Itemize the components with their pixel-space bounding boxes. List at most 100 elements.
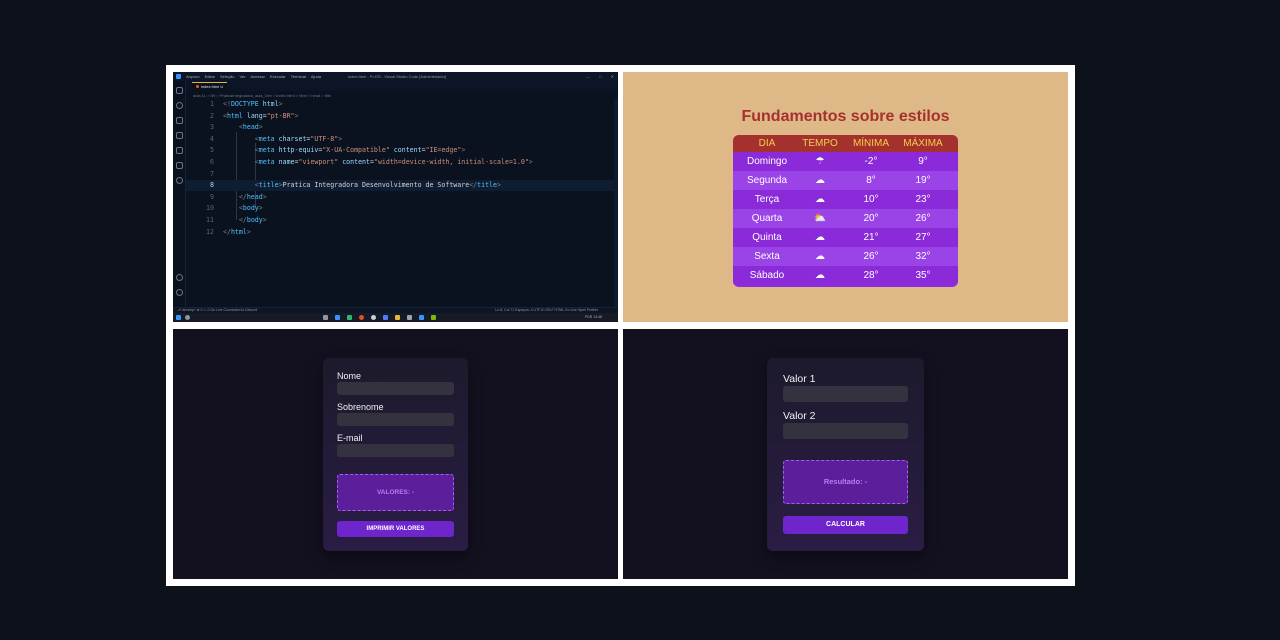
- code-token: lang: [246, 111, 263, 120]
- taskbar-app-icon[interactable]: [323, 315, 328, 320]
- taskbar-search-icon[interactable]: [185, 315, 190, 320]
- minimize-icon[interactable]: —: [586, 74, 590, 79]
- tab-index-html[interactable]: index.html U: [192, 82, 228, 91]
- calculate-button[interactable]: CALCULAR: [783, 516, 908, 534]
- table-row: Quarta ⛅ 20° 26°: [733, 209, 958, 228]
- menu-item-ver[interactable]: Ver: [239, 74, 245, 79]
- maximize-icon[interactable]: □: [599, 74, 601, 79]
- weather-table: DIA TEMPO MÍNIMA MÁXIMA Domingo ☂ -2° 9°…: [733, 135, 958, 287]
- code-token: </: [223, 227, 231, 236]
- line-number: 9: [210, 192, 214, 201]
- windows-start-icon[interactable]: [176, 315, 181, 320]
- menu-item-ajuda[interactable]: Ajuda: [311, 74, 321, 79]
- taskbar-app-icon[interactable]: [407, 315, 412, 320]
- cell-max: 32°: [915, 251, 931, 262]
- settings-gear-icon[interactable]: [176, 289, 183, 296]
- menu-item-selecao[interactable]: Seleção: [220, 74, 234, 79]
- editor-tab-bar: index.html U: [186, 81, 618, 91]
- line-number: 2: [210, 111, 214, 120]
- live-share-icon[interactable]: [176, 177, 183, 184]
- taskbar-app-icon[interactable]: [395, 315, 400, 320]
- code-line[interactable]: 1 <!DOCTYPE html>: [186, 99, 618, 110]
- code-line[interactable]: 5 <meta http-equiv="X-UA-Compatible" con…: [186, 145, 618, 156]
- code-line[interactable]: 2 <html lang="pt-BR">: [186, 111, 618, 122]
- run-debug-icon[interactable]: [176, 132, 183, 139]
- code-token: "width=device-width, initial-scale=1.0": [373, 158, 529, 166]
- menu-item-executar[interactable]: Executar: [270, 74, 286, 79]
- code-token: "IE=edge": [425, 146, 462, 155]
- line-number: 10: [206, 204, 214, 213]
- code-token: "viewport": [298, 158, 339, 166]
- account-icon[interactable]: [176, 274, 183, 281]
- code-line[interactable]: 12 </html>: [186, 227, 618, 238]
- nome-input[interactable]: [337, 382, 454, 395]
- menu-item-terminal[interactable]: Terminal: [291, 74, 306, 79]
- table-row: Segunda ☁ 8° 19°: [733, 171, 958, 190]
- form-card: Nome Sobrenome E-mail VALORES: - IMPRIMI…: [323, 358, 468, 551]
- code-token: >: [528, 158, 533, 166]
- table-row: Sexta ☁ 26° 32°: [733, 247, 958, 266]
- valor1-input[interactable]: [783, 386, 908, 402]
- menu-item-editar[interactable]: Editar: [205, 74, 215, 79]
- code-area[interactable]: 1 <!DOCTYPE html> 2 <html lang="pt-BR"> 3 <h…: [186, 99, 618, 307]
- code-token: >: [278, 100, 283, 108]
- cell-min: 8°: [866, 175, 876, 186]
- cell-day: Quarta: [751, 213, 783, 224]
- code-line[interactable]: 9 </head>: [186, 192, 618, 203]
- valor2-input[interactable]: [783, 423, 908, 439]
- code-line[interactable]: 6 <meta name="viewport" content="width=d…: [186, 157, 618, 168]
- code-line[interactable]: 4 <meta charset="UTF-8">: [186, 134, 618, 145]
- taskbar-app-icon[interactable]: [347, 315, 352, 320]
- editor-scrollbar[interactable]: [614, 99, 618, 307]
- cell-max: 19°: [915, 175, 931, 186]
- email-input[interactable]: [337, 444, 454, 457]
- taskbar-app-icon[interactable]: [371, 315, 376, 320]
- menu-item-arquivo[interactable]: Arquivo: [186, 74, 200, 79]
- code-text: <!DOCTYPE html>: [223, 99, 283, 110]
- table-row: Sábado ☁ 28° 35°: [733, 266, 958, 285]
- code-text: </head>: [223, 192, 267, 203]
- code-token: body: [246, 216, 263, 224]
- taskbar-app-icon[interactable]: [431, 315, 436, 320]
- code-line[interactable]: 7: [186, 169, 618, 180]
- line-number: 8: [210, 181, 214, 190]
- line-number: 4: [210, 134, 214, 143]
- explorer-icon[interactable]: [176, 87, 183, 94]
- taskbar-app-icon[interactable]: [335, 315, 340, 320]
- remote-explorer-icon[interactable]: [176, 162, 183, 169]
- code-line[interactable]: 10 <body>: [186, 203, 618, 214]
- cell-min: 28°: [863, 270, 879, 281]
- page-title: Fundamentos sobre estilos: [741, 108, 950, 125]
- code-token: html: [226, 111, 243, 120]
- code-token: >: [294, 111, 299, 120]
- code-line[interactable]: 3 <head>: [186, 122, 618, 133]
- source-control-icon[interactable]: [176, 117, 183, 124]
- calculator-page: Valor 1 Valor 2 Resultado: - CALCULAR: [623, 329, 1068, 579]
- code-line[interactable]: 11 </body>: [186, 215, 618, 226]
- code-token: Pratica Integradora Desenvolvimento de S…: [282, 181, 470, 190]
- extensions-icon[interactable]: [176, 147, 183, 154]
- close-icon[interactable]: ✕: [611, 74, 614, 79]
- print-values-button[interactable]: IMPRIMIR VALORES: [337, 521, 454, 537]
- taskbar-app-icon[interactable]: [359, 315, 364, 320]
- search-icon[interactable]: [176, 102, 183, 109]
- activity-bar: [173, 81, 186, 307]
- code-token: >: [497, 181, 501, 190]
- code-token: title: [477, 181, 497, 190]
- menu-item-acessar[interactable]: Acessar: [251, 74, 265, 79]
- system-tray-clock[interactable]: PDR 14:48: [585, 315, 602, 320]
- code-line[interactable]: 8 <title>Pratica Integradora Desenvolvim…: [186, 180, 618, 192]
- table-row: Terça ☁ 10° 23°: [733, 190, 958, 209]
- code-token: >: [338, 134, 343, 143]
- taskbar-app-icon[interactable]: [383, 315, 388, 320]
- code-token: head: [242, 123, 259, 132]
- breadcrumb[interactable]: aula 11 > IW > PraticaIntegradora_aula_D…: [193, 93, 331, 98]
- cell-max: 9°: [918, 156, 928, 167]
- label-valor1: Valor 1: [783, 373, 816, 385]
- taskbar-vscode-icon[interactable]: [419, 315, 424, 320]
- partly-sunny-icon: ⛅: [813, 213, 827, 224]
- code-token: title: [258, 181, 279, 190]
- sobrenome-input[interactable]: [337, 413, 454, 426]
